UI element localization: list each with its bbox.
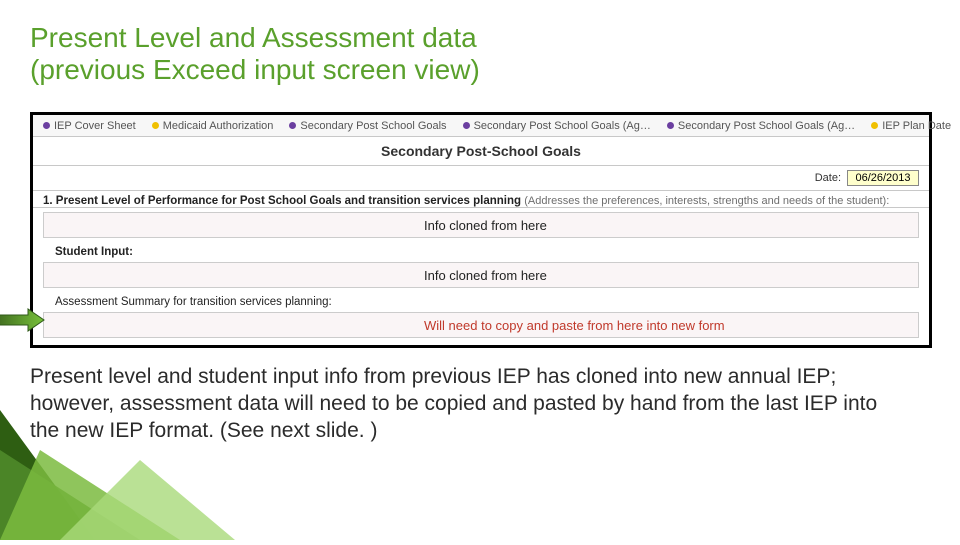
tab-medicaid-authorization[interactable]: Medicaid Authorization [144, 115, 282, 137]
answer-present-level[interactable]: Info cloned from here [43, 212, 919, 238]
slide-title-line2: (previous Exceed input screen view) [30, 54, 480, 85]
dot-icon [667, 122, 674, 129]
dot-icon [463, 122, 470, 129]
tab-label: Secondary Post School Goals [300, 120, 446, 132]
body-text: Present level and student input info fro… [30, 364, 900, 445]
question-desc: (Addresses the preferences, interests, s… [524, 195, 889, 207]
answer-text: Info cloned from here [424, 268, 547, 283]
tab-bar: IEP Cover Sheet Medicaid Authorization S… [33, 115, 929, 137]
tab-secondary-post-school-goals-ag2[interactable]: Secondary Post School Goals (Ag… [659, 115, 863, 137]
green-arrow-icon [0, 306, 46, 334]
tab-iep-cover-sheet[interactable]: IEP Cover Sheet [35, 115, 144, 137]
date-input[interactable] [847, 170, 919, 186]
question-number: 1. [43, 195, 53, 207]
answer-assessment-summary[interactable]: Will need to copy and paste from here in… [43, 312, 919, 338]
date-row: Date: [33, 166, 929, 191]
tab-label: Secondary Post School Goals (Ag… [678, 120, 855, 132]
dot-icon [871, 122, 878, 129]
section-header: Secondary Post-School Goals [33, 137, 929, 166]
tab-iep-plan-date[interactable]: IEP Plan Date [863, 115, 959, 137]
question-1: 1. Present Level of Performance for Post… [33, 191, 929, 208]
date-label: Date: [815, 172, 841, 184]
answer-text: Will need to copy and paste from here in… [424, 318, 725, 333]
question-label: Present Level of Performance for Post Sc… [56, 195, 521, 207]
assessment-summary-label: Assessment Summary for transition servic… [33, 294, 929, 308]
tab-label: IEP Plan Date [882, 120, 951, 132]
answer-text: Info cloned from here [424, 218, 547, 233]
dot-icon [289, 122, 296, 129]
slide-title-line1: Present Level and Assessment data [30, 22, 477, 53]
dot-icon [152, 122, 159, 129]
screenshot-panel: IEP Cover Sheet Medicaid Authorization S… [30, 112, 932, 348]
tab-secondary-post-school-goals-ag1[interactable]: Secondary Post School Goals (Ag… [455, 115, 659, 137]
answer-student-input[interactable]: Info cloned from here [43, 262, 919, 288]
tab-label: Medicaid Authorization [163, 120, 274, 132]
tab-label: Secondary Post School Goals (Ag… [474, 120, 651, 132]
tab-secondary-post-school-goals[interactable]: Secondary Post School Goals [281, 115, 454, 137]
tab-label: IEP Cover Sheet [54, 120, 136, 132]
dot-icon [43, 122, 50, 129]
slide-title: Present Level and Assessment data (previ… [30, 22, 480, 86]
student-input-label: Student Input: [33, 244, 929, 258]
